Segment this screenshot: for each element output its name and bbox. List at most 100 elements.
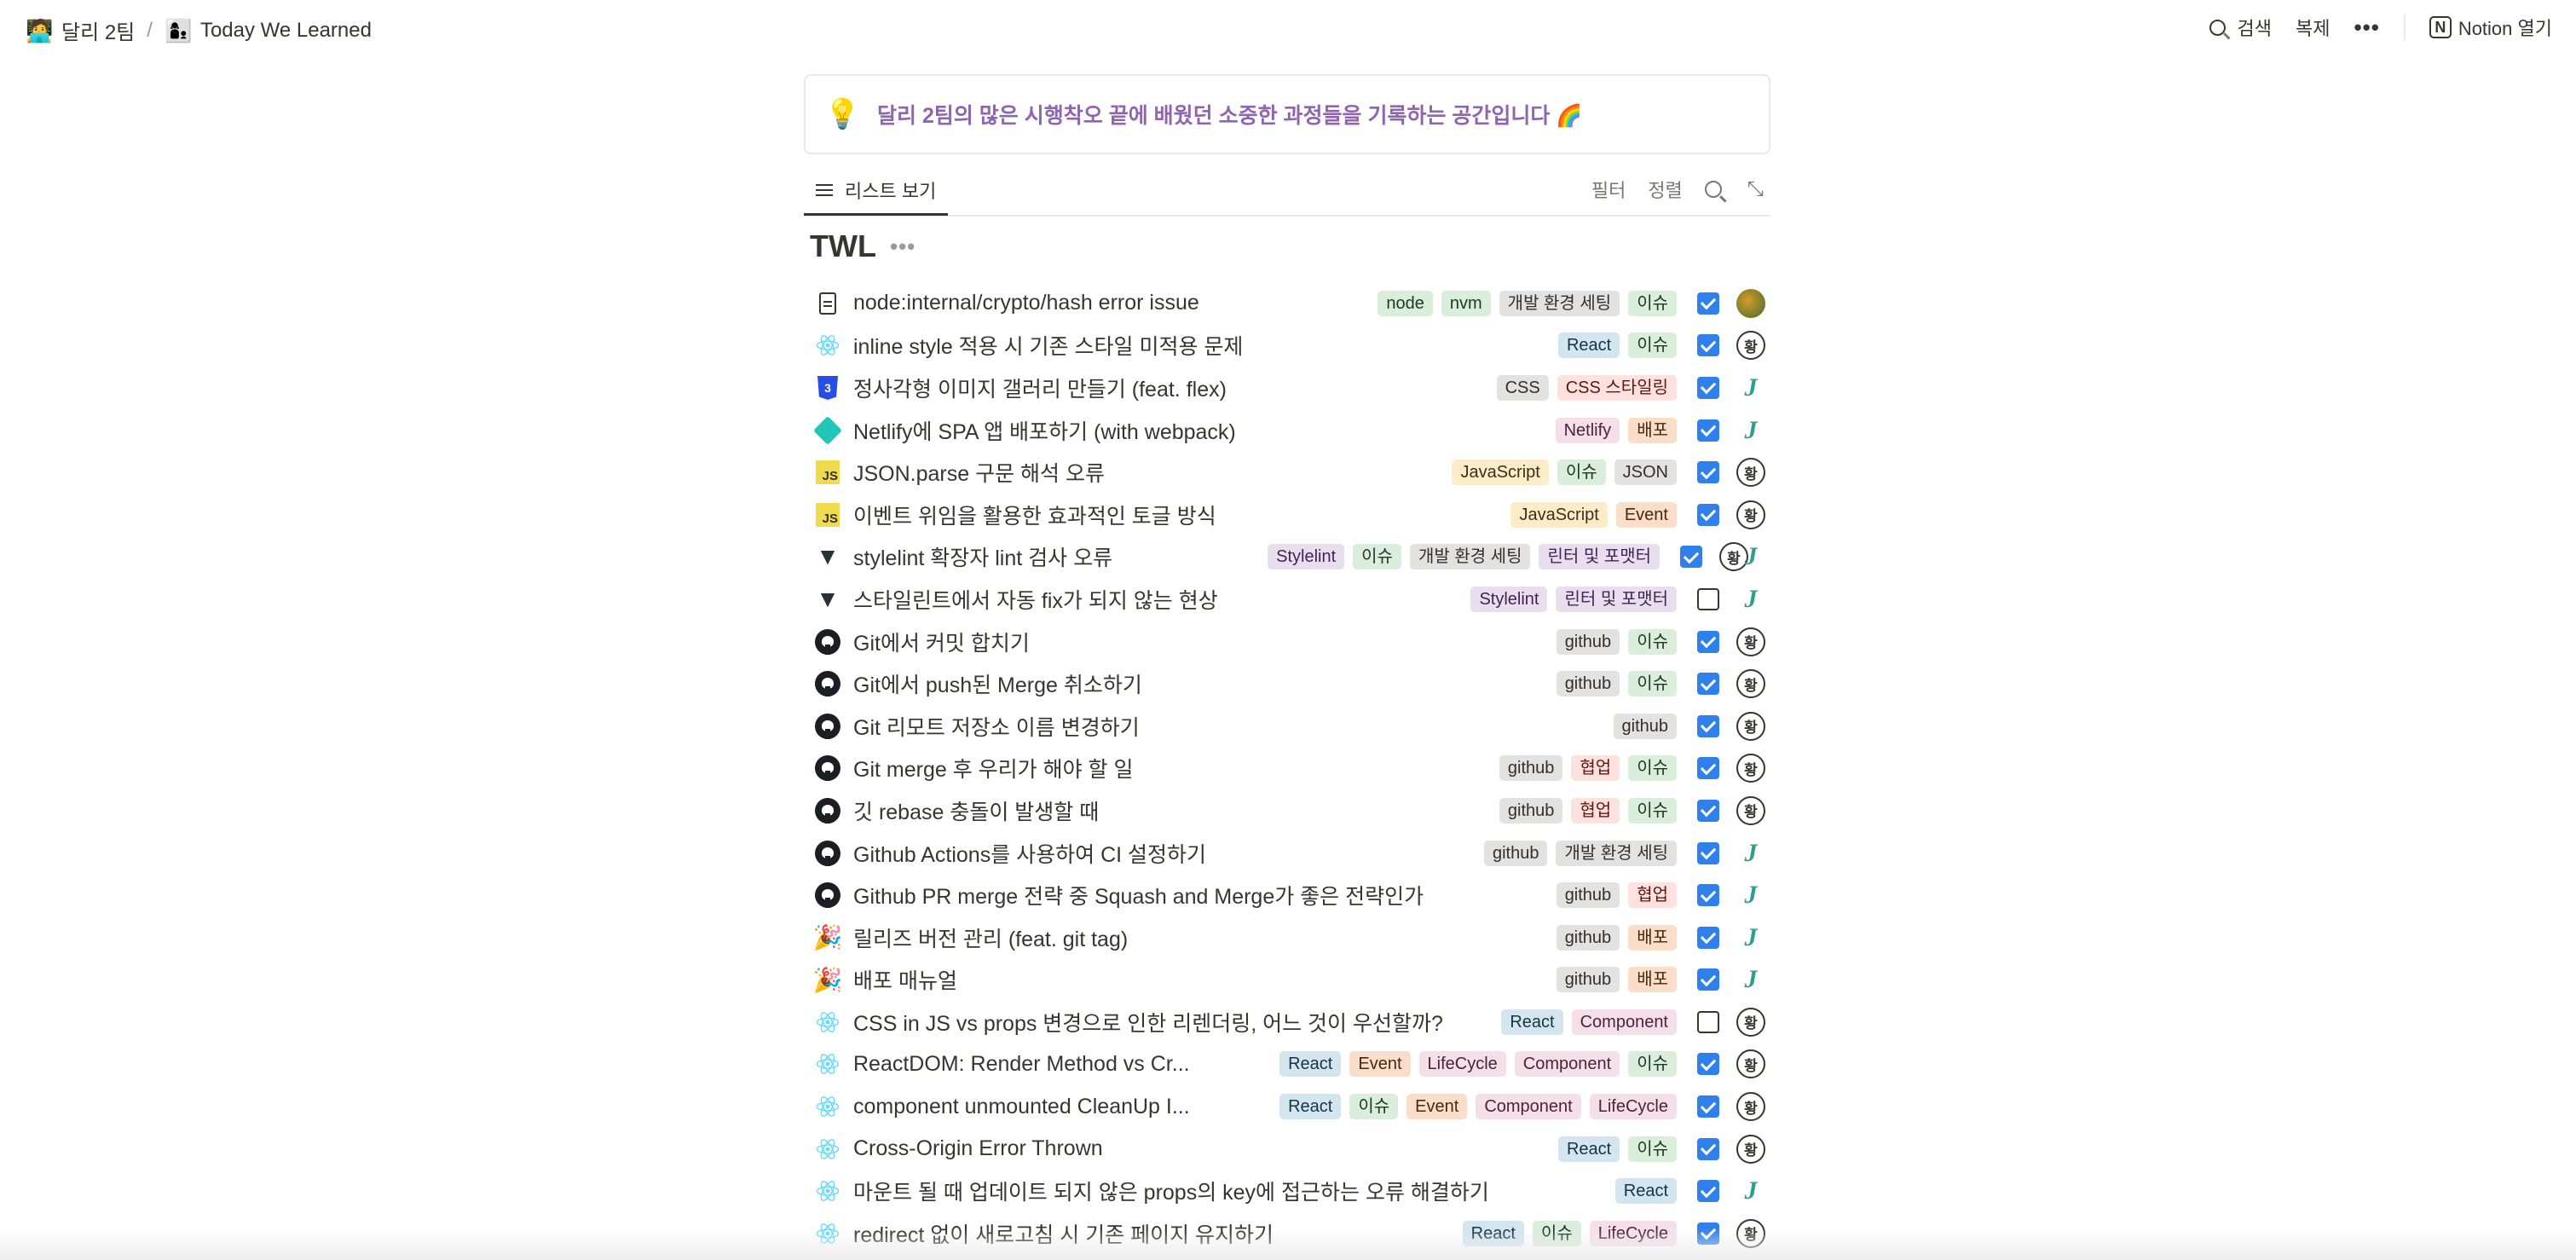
checkbox[interactable] <box>1697 1095 1719 1118</box>
list-item-title[interactable]: Github Actions를 사용하여 CI 설정하기 <box>853 838 1206 869</box>
list-item-title[interactable]: component unmounted CleanUp I... <box>853 1095 1190 1119</box>
list-item[interactable]: Git merge 후 우리가 해야 할 일 github 협업 이슈 황 <box>804 748 1770 790</box>
checkbox[interactable] <box>1697 714 1719 737</box>
lightbulb-icon: 💡 <box>824 98 861 130</box>
list-item-title[interactable]: inline style 적용 시 기존 스타일 미적용 문제 <box>853 330 1243 361</box>
list-item[interactable]: 깃 rebase 충돌이 발생할 때 github 협업 이슈 황 <box>804 789 1770 832</box>
avatar: 황 <box>1736 669 1765 699</box>
breadcrumb-item-team[interactable]: 🧑‍💻 달리 2팀 <box>26 15 135 45</box>
list-item-title[interactable]: Cross-Origin Error Thrown <box>853 1136 1103 1161</box>
avatar: J <box>1744 584 1758 613</box>
checkbox[interactable] <box>1697 884 1719 907</box>
react-icon <box>811 1047 845 1081</box>
list-item-title[interactable]: 이벤트 위임을 활용한 효과적인 토글 방식 <box>853 500 1216 530</box>
list-item-title[interactable]: 배포 매뉴얼 <box>853 964 957 995</box>
expand-icon[interactable]: ⤡ <box>1747 177 1764 201</box>
list-item[interactable]: ▼ 스타일린트에서 자동 fix가 되지 않는 현상 Stylelint 린터 및 포… <box>804 578 1770 621</box>
checkbox[interactable] <box>1697 1053 1719 1076</box>
list-item-title[interactable]: 깃 rebase 충돌이 발생할 때 <box>853 795 1099 826</box>
checkbox[interactable] <box>1697 1180 1719 1203</box>
checkbox[interactable] <box>1697 292 1719 315</box>
database-more-icon[interactable]: ••• <box>890 234 915 260</box>
list-item-title[interactable]: node:internal/crypto/hash error issue <box>853 291 1199 315</box>
duplicate-button[interactable]: 복제 <box>2296 14 2330 41</box>
sort-button[interactable]: 정렬 <box>1648 176 1682 203</box>
tab-list-view[interactable]: 리스트 보기 <box>804 167 949 216</box>
database-title-text[interactable]: TWL <box>810 228 876 264</box>
checkbox[interactable] <box>1697 1010 1719 1033</box>
tag: CSS 스타일링 <box>1557 374 1677 401</box>
checkbox[interactable] <box>1697 587 1719 610</box>
list-item-title[interactable]: Git에서 push된 Merge 취소하기 <box>853 668 1142 699</box>
list-item-title[interactable]: Netlify에 SPA 앱 배포하기 (with webpack) <box>853 415 1236 446</box>
list-item-title[interactable]: 정사각형 이미지 갤러리 만들기 (feat. flex) <box>853 373 1227 403</box>
list-item-properties: github 협업 J <box>1556 874 1765 916</box>
list-item-title[interactable]: stylelint 확장자 lint 검사 오류 <box>853 541 1112 572</box>
list-item[interactable]: Git에서 push된 Merge 취소하기 github 이슈 황 <box>804 662 1770 705</box>
netlify-icon <box>811 413 845 448</box>
tag: Component <box>1476 1094 1581 1120</box>
list-item[interactable]: Cross-Origin Error Thrown React 이슈 황 <box>804 1128 1770 1170</box>
list-item[interactable]: 마운트 될 때 업데이트 되지 않은 props의 key에 접근하는 오류 해… <box>804 1170 1770 1212</box>
checkbox[interactable] <box>1697 334 1719 357</box>
list-item-title[interactable]: JSON.parse 구문 해석 오류 <box>853 457 1105 488</box>
list-item[interactable]: Github Actions를 사용하여 CI 설정하기 github 개발 환경 … <box>804 832 1770 875</box>
filter-button[interactable]: 필터 <box>1591 176 1626 203</box>
list-item[interactable]: node:internal/crypto/hash error issue nod… <box>804 282 1770 325</box>
checkbox[interactable] <box>1697 757 1719 780</box>
list-item[interactable]: JS 이벤트 위임을 활용한 효과적인 토글 방식 JavaScript Event 황 <box>804 494 1770 536</box>
list-item[interactable]: 🎉 배포 매뉴얼 github 배포 J <box>804 959 1770 1002</box>
search-button[interactable]: 검색 <box>2209 14 2272 41</box>
list-item-title[interactable]: Git에서 커밋 합치기 <box>853 627 1030 657</box>
checkbox[interactable] <box>1697 926 1719 949</box>
checkbox[interactable] <box>1697 673 1719 696</box>
checkbox[interactable] <box>1680 546 1702 569</box>
list-item[interactable]: CSS in JS vs props 변경으로 인한 리렌더링, 어느 것이 우… <box>804 1001 1770 1043</box>
tag: 이슈 <box>1628 755 1677 782</box>
open-notion-label: Notion 열기 <box>2458 18 2552 39</box>
list-item[interactable]: Git 리모트 저장소 이름 변경하기 github 황 <box>804 705 1770 748</box>
list-item-title[interactable]: Github PR merge 전략 중 Squash and Merge가 좋… <box>853 880 1424 910</box>
list-item[interactable]: JS JSON.parse 구문 해석 오류 JavaScript 이슈 JSON 황 <box>804 451 1770 494</box>
list-item-title[interactable]: ReactDOM: Render Method vs Cr... <box>853 1052 1190 1077</box>
list-item[interactable]: ReactDOM: Render Method vs Cr... React Eve… <box>804 1043 1770 1086</box>
list-item[interactable]: Git에서 커밋 합치기 github 이슈 황 <box>804 621 1770 663</box>
checkbox[interactable] <box>1697 841 1719 864</box>
avatar: 황 <box>1736 711 1765 741</box>
database-search-icon[interactable] <box>1704 181 1722 198</box>
avatar: 황 <box>1736 1134 1765 1164</box>
checkbox[interactable] <box>1697 503 1719 526</box>
list-item[interactable]: inline style 적용 시 기존 스타일 미적용 문제 React 이슈 황 <box>804 325 1770 367</box>
breadcrumb-item-page[interactable]: 👩‍👦 Today We Learned <box>165 19 372 43</box>
checkbox[interactable] <box>1697 630 1719 653</box>
open-notion-button[interactable]: N Notion 열기 <box>2429 14 2552 41</box>
topbar-actions: 검색 복제 ••• N Notion 열기 <box>2209 14 2552 41</box>
checkbox[interactable] <box>1697 461 1719 484</box>
party-popper-icon: 🎉 <box>812 924 843 951</box>
list-item-title[interactable]: Git merge 후 우리가 해야 할 일 <box>853 753 1133 783</box>
list-item-title[interactable]: Git 리모트 저장소 이름 변경하기 <box>853 711 1140 742</box>
list-item[interactable]: 3 정사각형 이미지 갤러리 만들기 (feat. flex) CSS CSS 스타일… <box>804 367 1770 409</box>
list-item-title[interactable]: CSS in JS vs props 변경으로 인한 리렌더링, 어느 것이 우… <box>853 1007 1443 1037</box>
more-options-button[interactable]: ••• <box>2354 14 2380 41</box>
list-item[interactable]: Github PR merge 전략 중 Squash and Merge가 좋… <box>804 874 1770 916</box>
avatar: J <box>1744 838 1758 867</box>
list-item-title[interactable]: 릴리즈 버전 관리 (feat. git tag) <box>853 922 1128 953</box>
list-item[interactable]: ▼ stylelint 확장자 lint 검사 오류 Stylelint 이슈 개발 환… <box>804 536 1770 579</box>
list-item[interactable]: Netlify에 SPA 앱 배포하기 (with webpack) Netlif… <box>804 409 1770 452</box>
tag: github <box>1483 840 1548 866</box>
avatar: J <box>1744 1176 1758 1205</box>
avatar: J <box>1744 965 1758 994</box>
checkbox[interactable] <box>1697 419 1719 442</box>
checkbox[interactable] <box>1697 376 1719 399</box>
list-item[interactable]: 🎉 릴리즈 버전 관리 (feat. git tag) github 배포 J <box>804 916 1770 959</box>
list-item-title[interactable]: 스타일린트에서 자동 fix가 되지 않는 현상 <box>853 584 1218 615</box>
search-icon <box>2209 19 2226 36</box>
checkbox[interactable] <box>1697 1137 1719 1160</box>
more-icon: ••• <box>2354 14 2380 40</box>
checkbox[interactable] <box>1697 799 1719 822</box>
list-item-title[interactable]: 마운트 될 때 업데이트 되지 않은 props의 key에 접근하는 오류 해… <box>853 1176 1489 1206</box>
list-item[interactable]: component unmounted CleanUp I... React 이슈 E… <box>804 1085 1770 1128</box>
checkbox[interactable] <box>1697 968 1719 991</box>
tag: 린터 및 포맷터 <box>1539 544 1660 570</box>
